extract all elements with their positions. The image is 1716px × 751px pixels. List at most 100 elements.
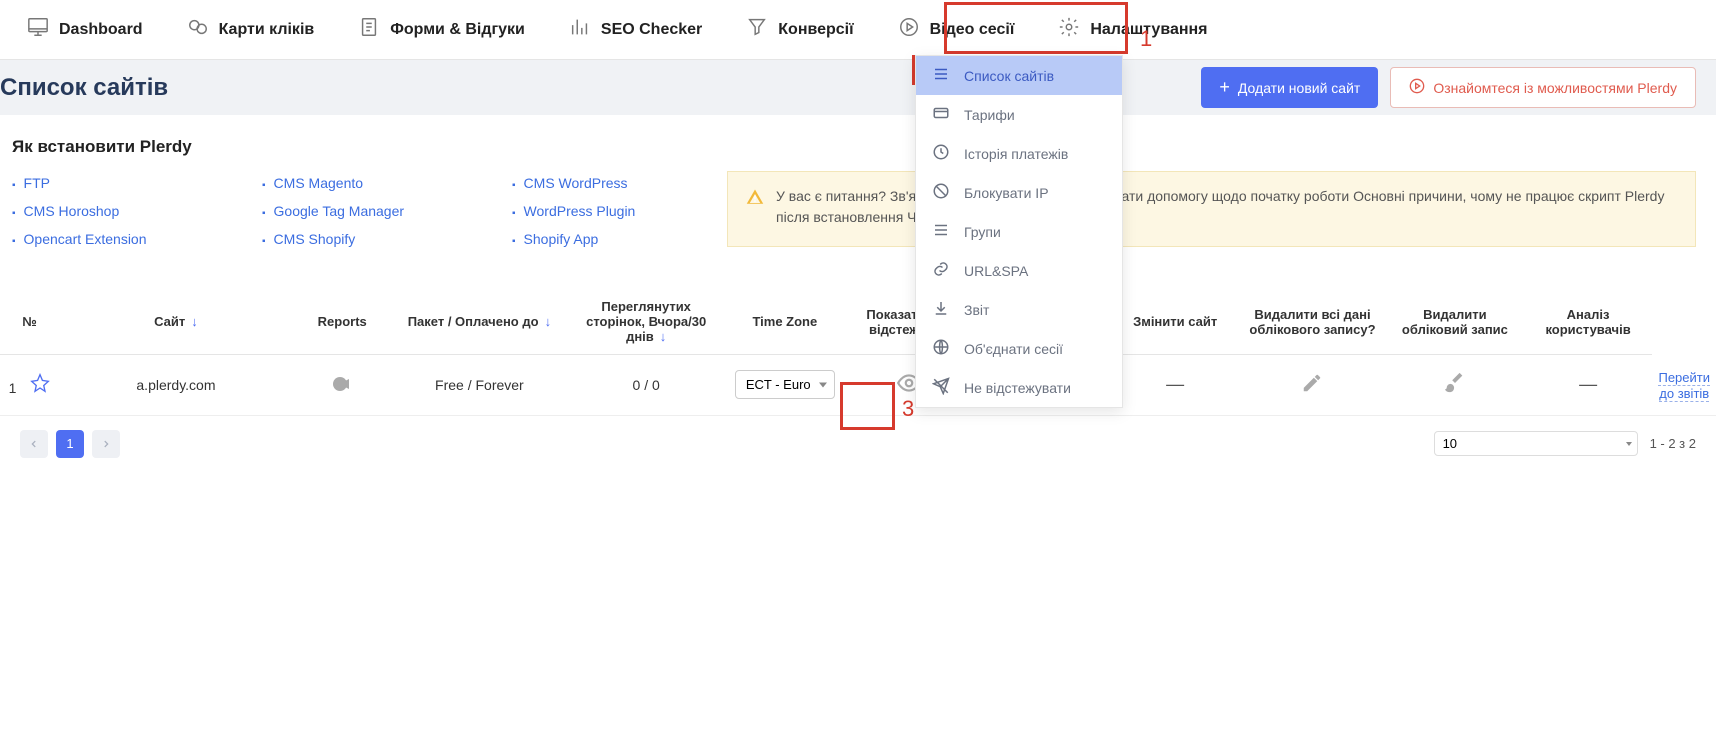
col-site[interactable]: Сайт↓ <box>59 289 293 355</box>
dropdown-item-url-spa[interactable]: URL&SPA <box>916 251 1122 290</box>
link-icon <box>932 260 950 281</box>
col-pages[interactable]: Переглянутих сторінок, Вчора/30 днів↓ <box>567 289 725 355</box>
row-num: 1 <box>9 380 17 396</box>
dash: — <box>1166 374 1184 394</box>
install-title: Як встановити Plerdy <box>12 137 712 157</box>
dropdown-item-groups[interactable]: Групи <box>916 212 1122 251</box>
nav-video[interactable]: Відео сесії <box>876 0 1037 60</box>
plus-icon: + <box>1219 77 1230 98</box>
cell-pages: 0 / 0 <box>567 355 725 416</box>
brush-icon[interactable] <box>1444 381 1466 397</box>
report-link[interactable]: Перейти до звітів <box>1658 370 1710 402</box>
install-link[interactable]: Google Tag Manager <box>262 203 472 219</box>
card-icon <box>932 104 950 125</box>
page-prev-button[interactable] <box>20 430 48 458</box>
nav-label: Конверсії <box>778 21 853 39</box>
col-analysis[interactable]: Аналіз користувачів <box>1524 289 1653 355</box>
dropdown-item-no-track[interactable]: Не відстежувати <box>916 368 1122 407</box>
install-links: FTP CMS Horoshop Opencart Extension CMS … <box>12 175 712 247</box>
dropdown-item-sites[interactable]: Список сайтів <box>916 56 1122 95</box>
install-link[interactable]: CMS WordPress <box>512 175 722 191</box>
dropdown-label: Групи <box>964 224 1001 240</box>
cell-package: Free / Forever <box>391 355 567 416</box>
nav-label: Форми & Відгуки <box>390 21 525 39</box>
add-site-button[interactable]: + Додати новий сайт <box>1201 67 1378 108</box>
table-row: 1 a.plerdy.com Free / Forever 0 / 0 <box>0 355 1716 416</box>
button-label: Ознайомтеся із можливостями Plerdy <box>1433 80 1677 96</box>
col-change[interactable]: Змінити сайт <box>1111 289 1238 355</box>
dropdown-item-merge[interactable]: Об'єднати сесії <box>916 329 1122 368</box>
list-icon <box>932 65 950 86</box>
sites-table-wrap: № Сайт↓ Reports Пакет / Оплачено до↓ Пер… <box>0 289 1716 416</box>
dropdown-label: Не відстежувати <box>964 380 1071 396</box>
nav-label: Dashboard <box>59 21 143 39</box>
dropdown-label: Тарифи <box>964 107 1015 123</box>
install-link[interactable]: CMS Shopify <box>262 231 472 247</box>
header-actions: + Додати новий сайт Ознайомтеся із можли… <box>1201 67 1696 108</box>
settings-dropdown: Список сайтів Тарифи Історія платежів Бл… <box>915 55 1123 408</box>
notice-box: У вас є питання? Зв'яжіться з нами в чат… <box>727 171 1696 247</box>
col-num[interactable]: № <box>0 289 59 355</box>
col-reports[interactable]: Reports <box>293 289 391 355</box>
col-tz[interactable]: Time Zone <box>725 289 845 355</box>
page-size-select[interactable] <box>1434 431 1638 456</box>
page-size-wrap[interactable] <box>1434 431 1638 456</box>
dropdown-item-tariffs[interactable]: Тарифи <box>916 95 1122 134</box>
features-button[interactable]: Ознайомтеся із можливостями Plerdy <box>1390 67 1696 108</box>
nav-forms[interactable]: Форми & Відгуки <box>336 0 547 60</box>
install-link[interactable]: CMS Magento <box>262 175 472 191</box>
install-left: Як встановити Plerdy FTP CMS Horoshop Op… <box>12 137 712 247</box>
nav-conversions[interactable]: Конверсії <box>724 0 875 60</box>
sort-icon: ↓ <box>191 314 198 329</box>
play-icon <box>1409 78 1425 97</box>
col-delete-data[interactable]: Видалити всі дані облікового запису? <box>1239 289 1386 355</box>
edit-icon[interactable] <box>1301 381 1323 397</box>
nav-label: SEO Checker <box>601 21 702 39</box>
install-link[interactable]: CMS Horoshop <box>12 203 222 219</box>
nav-seo[interactable]: SEO Checker <box>547 0 724 60</box>
star-icon[interactable] <box>30 380 50 396</box>
globe-icon <box>932 338 950 359</box>
tz-select-wrap[interactable] <box>735 370 835 399</box>
page-title: Список сайтів <box>0 74 168 102</box>
dropdown-item-history[interactable]: Історія платежів <box>916 134 1122 173</box>
page-range: 1 - 2 з 2 <box>1650 436 1696 451</box>
header-bar: Список сайтів + Додати новий сайт Ознайо… <box>0 60 1716 115</box>
pager-left: 1 <box>20 430 120 458</box>
dropdown-item-report[interactable]: Звіт <box>916 290 1122 329</box>
col-delete-acc[interactable]: Видалити обліковий запис <box>1386 289 1524 355</box>
sites-table: № Сайт↓ Reports Пакет / Оплачено до↓ Пер… <box>0 289 1716 416</box>
reports-icon[interactable] <box>328 370 356 398</box>
no-track-icon <box>932 377 950 398</box>
cell-site[interactable]: a.plerdy.com <box>59 355 293 416</box>
install-link[interactable]: Opencart Extension <box>12 231 222 247</box>
forms-icon <box>358 16 380 43</box>
download-icon <box>932 299 950 320</box>
pagination-row: 1 1 - 2 з 2 <box>0 416 1716 472</box>
groups-icon <box>932 221 950 242</box>
nav-dashboard[interactable]: Dashboard <box>5 0 165 60</box>
pager-right: 1 - 2 з 2 <box>1434 431 1696 456</box>
nav-settings[interactable]: Налаштування <box>1036 0 1229 60</box>
funnel-icon <box>746 16 768 43</box>
dropdown-label: URL&SPA <box>964 263 1028 279</box>
dropdown-item-block-ip[interactable]: Блокувати IP <box>916 173 1122 212</box>
install-link[interactable]: Shopify App <box>512 231 722 247</box>
dropdown-label: Список сайтів <box>964 68 1054 84</box>
col-package[interactable]: Пакет / Оплачено до↓ <box>391 289 567 355</box>
nav-label: Відео сесії <box>930 21 1015 39</box>
seo-icon <box>569 16 591 43</box>
notice-text: У вас є питання? Зв'яжіться з нами в чат… <box>776 186 1677 228</box>
button-label: Додати новий сайт <box>1238 80 1360 96</box>
install-link[interactable]: WordPress Plugin <box>512 203 722 219</box>
video-icon <box>898 16 920 43</box>
page-number-button[interactable]: 1 <box>56 430 84 458</box>
monitor-icon <box>27 16 49 43</box>
tz-select[interactable] <box>735 370 835 399</box>
nav-label: Налаштування <box>1090 21 1207 39</box>
click-maps-icon <box>187 16 209 43</box>
install-link[interactable]: FTP <box>12 175 222 191</box>
page-next-button[interactable] <box>92 430 120 458</box>
nav-click-maps[interactable]: Карти кліків <box>165 0 337 60</box>
dash: — <box>1579 374 1597 394</box>
